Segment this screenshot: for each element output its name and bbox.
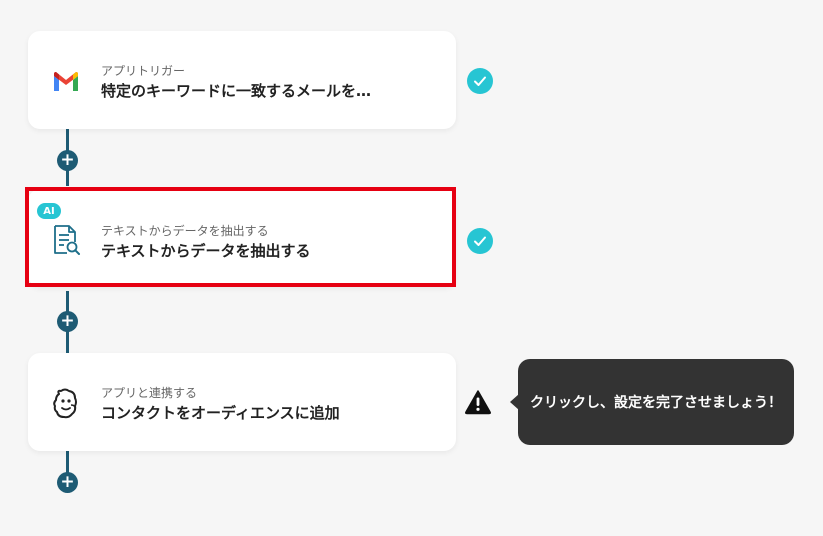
flow-step-gmail-trigger[interactable]: アプリトリガー 特定のキーワードに一致するメールを… [28,31,456,129]
document-search-icon [48,222,84,258]
plus-icon: + [60,310,75,331]
step-title: テキストからデータを抽出する [101,242,311,260]
step-subtitle: アプリと連携する [101,386,198,400]
add-step-button[interactable]: + [57,311,78,332]
plus-icon: + [60,149,75,170]
warning-icon [464,389,492,415]
flow-step-ai-extract[interactable]: テキストからデータを抽出する テキストからデータを抽出する [28,189,456,287]
ai-badge: AI [37,203,61,219]
step-subtitle: テキストからデータを抽出する [101,224,269,238]
step-subtitle: アプリトリガー [101,64,186,78]
setup-tooltip: クリックし、設定を完了させましょう！ [518,359,794,445]
flow-step-mailchimp-action[interactable]: アプリと連携する コンタクトをオーディエンスに追加 [28,353,456,451]
add-step-button[interactable]: + [57,472,78,493]
step-title: コンタクトをオーディエンスに追加 [101,404,340,422]
check-icon [467,228,493,254]
tooltip-text: クリックし、設定を完了させましょう！ [530,395,782,411]
mailchimp-icon [48,386,84,422]
check-icon [467,68,493,94]
gmail-icon [48,64,84,100]
step-title: 特定のキーワードに一致するメールを… [101,82,372,100]
add-step-button[interactable]: + [57,150,78,171]
plus-icon: + [60,471,75,492]
